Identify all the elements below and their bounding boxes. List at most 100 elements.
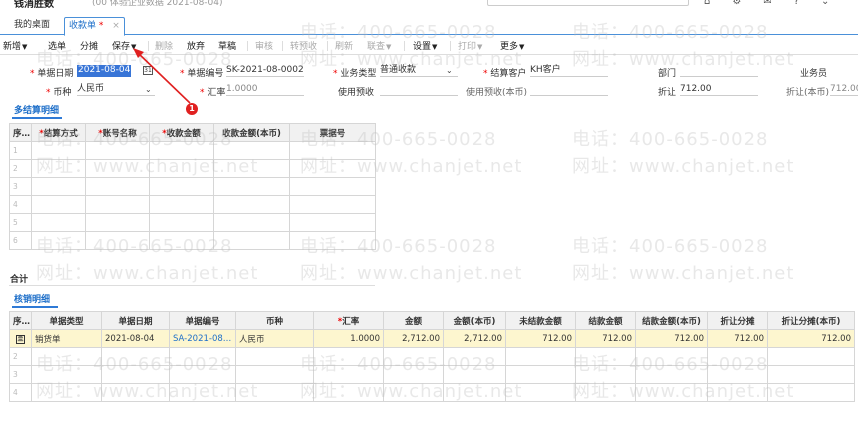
grid-header: 序号 *结算方式 *账号名称 *收款金额 收款金额(本币) 票据号 xyxy=(9,123,376,142)
settings-button[interactable]: 设置▼ xyxy=(413,39,437,52)
window-toolbar-icons[interactable]: ⌂⚙✉?⌄ xyxy=(704,0,851,7)
table-row[interactable]: 6 xyxy=(9,231,376,250)
select-button[interactable]: 选单 xyxy=(48,39,66,52)
col-header: 结款金额 xyxy=(575,311,636,330)
col-header: 序号 xyxy=(9,311,32,330)
biz-type-label: * 业务类型 xyxy=(333,69,377,79)
discount-local-input[interactable]: 712.00 xyxy=(830,84,858,96)
dept-input[interactable] xyxy=(680,65,758,77)
print-button[interactable]: 打印▼ xyxy=(458,39,482,52)
tab-receipt-label: 收款单 xyxy=(69,21,97,31)
doc-date-input[interactable]: 2021-08-04 xyxy=(77,65,132,77)
chevron-down-icon: ▼ xyxy=(519,43,525,51)
use-prepay-local-label: 使用预收(本币) xyxy=(466,88,528,98)
watermark-text: 电话：400-665-0028 xyxy=(572,236,769,257)
col-header: *账号名称 xyxy=(85,123,150,142)
discount-input[interactable]: 712.00 xyxy=(680,84,758,96)
discount-label: 折让 xyxy=(658,88,677,98)
col-header: 未结款金额 xyxy=(505,311,576,330)
table-row[interactable]: 4 xyxy=(9,383,855,402)
col-header: 结款金额(本币) xyxy=(635,311,708,330)
query-button[interactable]: 联查▼ xyxy=(367,39,391,52)
col-header: 折让分摊 xyxy=(707,311,768,330)
watermark-text: 网址：www.chanjet.net xyxy=(36,263,259,284)
app-subtitle: (00 体验企业数据 2021-08-04) xyxy=(92,0,223,8)
grid-header: 序号 单据类型 单据日期 单据编号 币种 *汇率 金额 金额(本币) 未结款金额… xyxy=(9,311,855,330)
new-button[interactable]: 新增▼ xyxy=(3,39,27,52)
chevron-down-icon: ▼ xyxy=(22,43,28,51)
rate-input[interactable]: 1.0000 xyxy=(226,84,304,96)
chevron-down-icon: ▼ xyxy=(432,43,438,51)
doc-date-label: * 单据日期 xyxy=(30,69,74,79)
use-prepay-label: 使用预收 xyxy=(338,88,375,98)
col-header: 币种 xyxy=(235,311,314,330)
watermark-text: 网址：www.chanjet.net xyxy=(572,263,795,284)
col-header: *汇率 xyxy=(313,311,384,330)
use-prepay-input[interactable] xyxy=(380,84,458,96)
rate-label: * 汇率 xyxy=(200,88,226,98)
doc-no-input[interactable]: SK-2021-08-0002 xyxy=(226,65,304,77)
table-row[interactable]: 亖 销货单 2021-08-04 SA-2021-08-... 人民币 1.00… xyxy=(9,329,855,348)
watermark-text: 网址：www.chanjet.net xyxy=(300,263,523,284)
annotation-badge: 1 xyxy=(186,103,198,115)
draft-button[interactable]: 草稿 xyxy=(218,39,236,52)
col-header: 金额 xyxy=(383,311,444,330)
save-button[interactable]: 保存▼ xyxy=(112,39,136,52)
delete-button[interactable]: 删除 xyxy=(155,39,173,52)
table-row[interactable]: 5 xyxy=(9,213,376,232)
tab-bar: 我的桌面 收款单 * × xyxy=(0,17,858,36)
watermark-text: 网址：www.chanjet.net xyxy=(572,156,795,177)
discard-button[interactable]: 放弃 xyxy=(187,39,205,52)
more-button[interactable]: 更多▼ xyxy=(500,39,524,52)
chevron-down-icon: ▼ xyxy=(131,43,137,51)
multi-settle-grid: 序号 *结算方式 *账号名称 *收款金额 收款金额(本币) 票据号 1 2 3 … xyxy=(9,123,376,250)
chevron-down-icon: ▼ xyxy=(386,43,392,51)
table-row[interactable]: 2 xyxy=(9,159,376,178)
audit-button[interactable]: 审核 xyxy=(255,39,273,52)
writeoff-title[interactable]: 核销明细 xyxy=(14,292,50,305)
use-prepay-local-input[interactable] xyxy=(530,84,608,96)
window-title-bar: 钱消胜数 (00 体验企业数据 2021-08-04) ⌂⚙✉?⌄ xyxy=(0,0,858,8)
calendar-icon[interactable]: 31 xyxy=(143,66,153,75)
col-header: 序号 xyxy=(9,123,32,142)
close-tab-icon[interactable]: × xyxy=(112,21,120,31)
col-header: 单据编号 xyxy=(169,311,236,330)
col-header: *结算方式 xyxy=(31,123,86,142)
currency-select[interactable]: 人民币 xyxy=(77,84,155,96)
col-header: *收款金额 xyxy=(149,123,214,142)
chevron-down-icon[interactable]: ⌄ xyxy=(446,66,453,75)
doc-no-label: * 单据编号 xyxy=(180,69,224,79)
tab-desktop[interactable]: 我的桌面 xyxy=(10,17,54,35)
toolbar: 新增▼ 选单 分摊 保存▼ 删除 放弃 草稿 审核 转预收 刷新 联查▼ 设置▼… xyxy=(0,37,858,55)
split-button[interactable]: 分摊 xyxy=(80,39,98,52)
salesman-label: 业务员 xyxy=(800,69,828,79)
tab-receipt[interactable]: 收款单 * × xyxy=(64,17,125,36)
global-search-input[interactable] xyxy=(487,0,689,6)
col-header: 金额(本币) xyxy=(443,311,506,330)
customer-label: * 结算客户 xyxy=(483,69,527,79)
doc-no-link[interactable]: SA-2021-08-... xyxy=(169,329,236,348)
unsaved-marker: * xyxy=(98,21,104,31)
multi-settle-title[interactable]: 多结算明细 xyxy=(14,103,59,116)
col-header: 单据日期 xyxy=(101,311,170,330)
col-header: 单据类型 xyxy=(31,311,102,330)
table-row[interactable]: 3 xyxy=(9,177,376,196)
refresh-button[interactable]: 刷新 xyxy=(335,39,353,52)
app-title: 钱消胜数 xyxy=(14,0,54,8)
document-icon[interactable]: 亖 xyxy=(16,334,25,344)
table-row[interactable]: 4 xyxy=(9,195,376,214)
col-header: 收款金额(本币) xyxy=(213,123,290,142)
chevron-down-icon: ▼ xyxy=(477,43,483,51)
discount-local-label: 折让(本币) xyxy=(786,88,830,98)
table-row[interactable]: 2 xyxy=(9,347,855,366)
col-header: 票据号 xyxy=(289,123,376,142)
table-row[interactable]: 1 xyxy=(9,141,376,160)
total-label: 合计 xyxy=(10,275,29,285)
table-row[interactable]: 3 xyxy=(9,365,855,384)
customer-input[interactable]: KH客户 xyxy=(530,65,608,77)
col-header: 折让分摊(本币) xyxy=(767,311,855,330)
dept-label: 部门 xyxy=(658,69,677,79)
currency-label: * 币种 xyxy=(46,88,72,98)
to-prepay-button[interactable]: 转预收 xyxy=(290,39,317,52)
chevron-down-icon[interactable]: ⌄ xyxy=(145,85,152,94)
